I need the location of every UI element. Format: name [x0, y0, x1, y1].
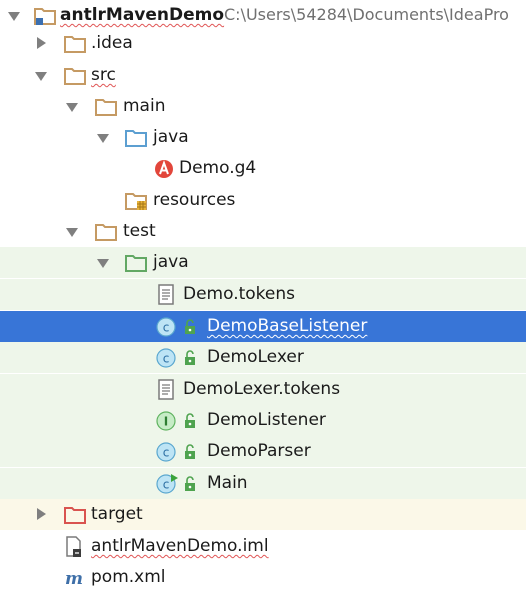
maven-icon: m	[63, 567, 87, 589]
svg-text:c: c	[163, 478, 170, 492]
unlocked-icon	[180, 347, 204, 369]
tree-label-pom: pom.xml	[91, 567, 166, 587]
excluded-folder-icon	[63, 504, 87, 526]
tree-label-iml: antlrMavenDemo.iml	[91, 536, 269, 556]
runnable-class-icon: c	[156, 473, 180, 495]
tree-label-resources: resources	[153, 190, 236, 210]
tree-label-demo-g4: Demo.g4	[179, 158, 257, 178]
tree-row-demo-tokens[interactable]: Demo.tokens	[0, 279, 526, 310]
project-tree: antlrMavenDemo C:\Users\54284\Documents\…	[0, 0, 526, 600]
tree-label-demo-tokens: Demo.tokens	[183, 284, 296, 304]
tree-row-iml[interactable]: antlrMavenDemo.iml	[0, 531, 526, 562]
collapse-arrow-icon[interactable]	[8, 12, 20, 21]
svg-text:c: c	[163, 321, 170, 335]
collapse-arrow-icon[interactable]	[66, 228, 78, 237]
text-file-icon	[156, 379, 180, 401]
tree-row-project-root[interactable]: antlrMavenDemo C:\Users\54284\Documents\…	[0, 0, 526, 31]
folder-icon	[63, 33, 87, 55]
tree-label-demo-lexer: DemoLexer	[207, 347, 304, 367]
project-name: antlrMavenDemo	[60, 5, 225, 25]
tree-row-demo-g4[interactable]: Demo.g4	[0, 153, 526, 184]
class-icon: c	[156, 347, 180, 369]
tree-row-demo-lexer-tokens[interactable]: DemoLexer.tokens	[0, 374, 526, 405]
expand-arrow-icon[interactable]	[37, 37, 46, 49]
svg-text:c: c	[163, 352, 170, 366]
tree-label-main: main	[123, 96, 166, 116]
test-folder-icon	[124, 252, 148, 274]
project-path: C:\Users\54284\Documents\IdeaPro	[224, 5, 509, 24]
unlocked-icon	[180, 410, 204, 432]
tree-label-demo-lexer-tokens: DemoLexer.tokens	[183, 379, 341, 399]
collapse-arrow-icon[interactable]	[66, 103, 78, 112]
antlr-file-icon	[153, 158, 177, 180]
tree-row-test-java[interactable]: java	[0, 247, 526, 278]
resources-folder-icon	[124, 190, 148, 212]
tree-row-src[interactable]: src	[0, 60, 526, 91]
tree-label-idea: .idea	[91, 33, 133, 53]
collapse-arrow-icon[interactable]	[97, 134, 109, 143]
svg-text:I: I	[164, 415, 168, 429]
collapse-arrow-icon[interactable]	[35, 72, 47, 81]
unlocked-icon	[180, 316, 204, 338]
unlocked-icon	[180, 473, 204, 495]
tree-row-demo-parser[interactable]: c DemoParser	[0, 436, 526, 467]
tree-row-demo-lexer[interactable]: c DemoLexer	[0, 342, 526, 373]
text-file-icon	[156, 284, 180, 306]
tree-row-pom[interactable]: m pom.xml	[0, 562, 526, 593]
tree-row-demo-listener[interactable]: I DemoListener	[0, 405, 526, 436]
collapse-arrow-icon[interactable]	[97, 259, 109, 268]
expand-arrow-icon[interactable]	[37, 508, 46, 520]
folder-icon	[94, 96, 118, 118]
tree-label-main-java: java	[153, 127, 189, 147]
project-folder-icon	[33, 5, 57, 27]
tree-row-idea[interactable]: .idea	[0, 28, 526, 59]
source-folder-icon	[124, 127, 148, 149]
folder-icon	[94, 221, 118, 243]
tree-label-demo-base-listener: DemoBaseListener	[207, 316, 368, 336]
tree-row-main[interactable]: main	[0, 91, 526, 122]
iml-file-icon	[63, 536, 87, 558]
tree-label-test: test	[123, 221, 156, 241]
tree-row-target[interactable]: target	[0, 499, 526, 530]
tree-label-target: target	[91, 504, 143, 524]
tree-label-main-class: Main	[207, 473, 248, 493]
tree-label-test-java: java	[153, 252, 189, 272]
tree-row-demo-base-listener[interactable]: c DemoBaseListener	[0, 311, 526, 342]
class-icon: c	[156, 441, 180, 463]
tree-row-main-java[interactable]: java	[0, 122, 526, 153]
class-icon: c	[156, 316, 180, 338]
tree-row-test[interactable]: test	[0, 216, 526, 247]
svg-text:m: m	[65, 569, 83, 589]
tree-label-demo-parser: DemoParser	[207, 441, 311, 461]
tree-row-main-class[interactable]: c Main	[0, 468, 526, 499]
tree-row-resources[interactable]: resources	[0, 185, 526, 216]
interface-icon: I	[156, 410, 180, 432]
unlocked-icon	[180, 441, 204, 463]
svg-text:c: c	[163, 446, 170, 460]
folder-icon	[63, 65, 87, 87]
tree-label-src: src	[91, 65, 116, 85]
tree-label-demo-listener: DemoListener	[207, 410, 326, 430]
